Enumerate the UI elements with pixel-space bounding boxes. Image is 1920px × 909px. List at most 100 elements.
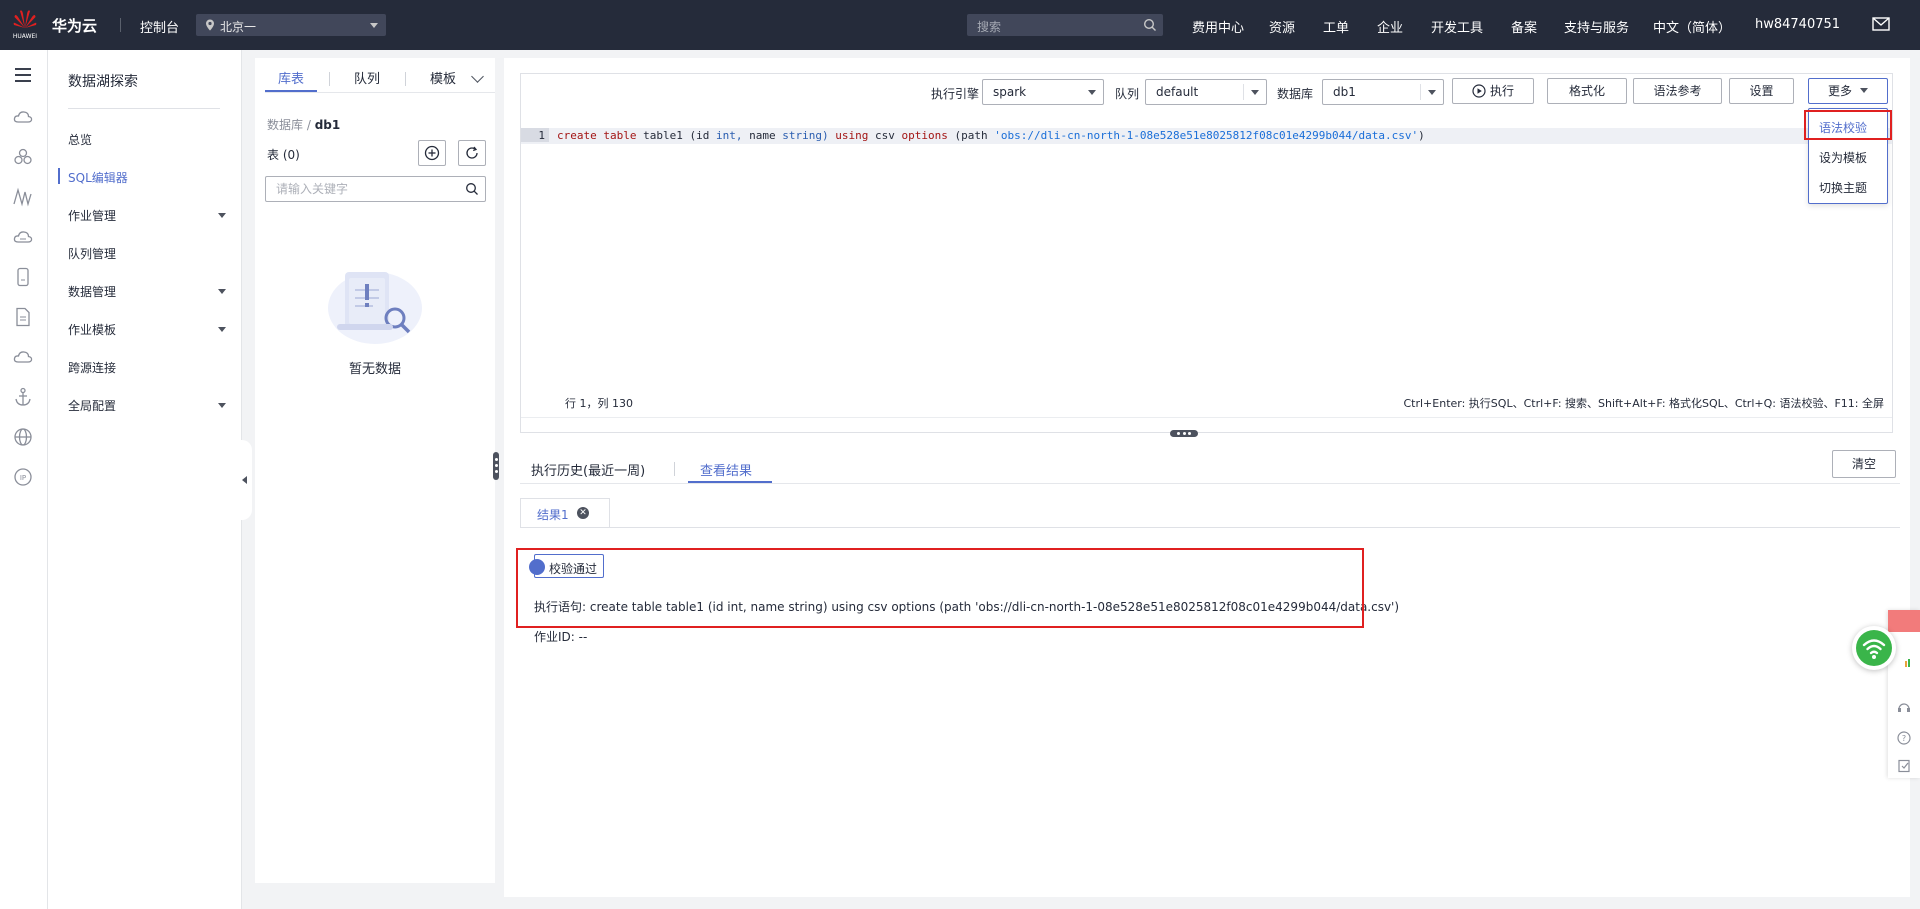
search-placeholder: 搜索 [977, 20, 1002, 34]
nav-item-data-management[interactable]: 数据管理 [68, 283, 228, 300]
sql-code-line[interactable]: create table table1 (id int, name string… [557, 129, 1425, 142]
service-title: 数据湖探索 [68, 74, 138, 90]
chevron-down-icon[interactable] [471, 70, 484, 83]
sql-token: (path [954, 129, 988, 142]
chevron-down-icon[interactable] [218, 327, 226, 332]
sql-token: table1 [643, 129, 683, 142]
network-assistant-button[interactable] [1852, 626, 1896, 670]
brand-name[interactable]: 华为云 [52, 15, 97, 36]
tab-baseline [520, 483, 1900, 484]
clear-button[interactable]: 清空 [1832, 450, 1896, 478]
tab-queues[interactable]: 队列 [354, 68, 380, 87]
anchor-icon[interactable] [12, 386, 34, 408]
tab-templates[interactable]: 模板 [430, 68, 456, 87]
table-search-field[interactable] [265, 176, 486, 202]
tab-databases[interactable]: 库表 [278, 68, 304, 87]
highlight-box [516, 548, 1364, 628]
nav-enterprise[interactable]: 企业 [1377, 17, 1403, 36]
empty-state-illustration [328, 272, 422, 344]
breadcrumb-separator: / [306, 118, 311, 132]
globe-icon[interactable] [12, 426, 34, 448]
sql-token: csv [874, 129, 895, 142]
sql-token: int, [716, 129, 743, 142]
region-selector[interactable]: 北京一 [196, 14, 386, 36]
help-icon[interactable]: ? [1896, 730, 1912, 746]
left-navigation: 数据湖探索 总览 SQL编辑器 作业管理 队列管理 数据管理 作业模板 跨源连接… [48, 50, 242, 909]
nav-tickets[interactable]: 工单 [1323, 17, 1349, 36]
search-icon[interactable] [1143, 18, 1157, 32]
breadcrumb-current-db: db1 [314, 118, 341, 132]
divider [674, 462, 675, 476]
cluster-icon[interactable] [12, 146, 34, 168]
nav-support[interactable]: 支持与服务 [1564, 17, 1629, 36]
cloud-cdn-icon[interactable] [12, 226, 34, 248]
chevron-down-icon[interactable] [218, 213, 226, 218]
sql-token: create [557, 129, 597, 142]
breadcrumb-database[interactable]: 数据库 [267, 118, 303, 132]
nav-item-sql-editor[interactable]: SQL编辑器 [68, 169, 228, 186]
highlight-box [1804, 110, 1892, 140]
sql-token: ) [1418, 129, 1425, 142]
editor-resize-handle[interactable] [1170, 430, 1198, 437]
refresh-button[interactable] [458, 140, 486, 166]
nav-item-datasource-connections[interactable]: 跨源连接 [68, 359, 228, 376]
table-count: 表 (0) [267, 148, 300, 162]
menu-item-save-as-template[interactable]: 设为模板 [1809, 149, 1887, 166]
console-link[interactable]: 控制台 [140, 17, 179, 36]
job-id: 作业ID: -- [534, 630, 588, 644]
tab-view-results[interactable]: 查看结果 [700, 460, 752, 479]
customer-service-icon[interactable] [1896, 700, 1912, 716]
nav-dev-tools[interactable]: 开发工具 [1431, 17, 1483, 36]
language-selector[interactable]: 中文（简体） [1653, 17, 1731, 36]
network-assistant-badge [1856, 630, 1892, 666]
mail-icon[interactable] [1872, 16, 1890, 32]
nav-filing[interactable]: 备案 [1511, 17, 1537, 36]
feedback-edit-icon[interactable] [1896, 758, 1912, 774]
nav-item-job-management[interactable]: 作业管理 [68, 207, 228, 224]
nav-item-overview[interactable]: 总览 [68, 131, 228, 148]
network-status-icon[interactable] [1896, 656, 1912, 672]
nav-item-job-templates[interactable]: 作业模板 [68, 321, 228, 338]
location-pin-icon [206, 19, 214, 31]
global-search-input[interactable]: 搜索 [967, 14, 1163, 36]
active-tab-underline [688, 481, 772, 483]
menu-item-switch-theme[interactable]: 切换主题 [1809, 179, 1887, 196]
editor-status-divider [521, 417, 1892, 418]
cloud-icon[interactable] [12, 106, 34, 128]
document-icon[interactable] [12, 306, 34, 328]
sql-token: table [603, 129, 637, 142]
sql-token: (id [689, 129, 710, 142]
sql-token: 'obs://dli-cn-north-1-08e528e51e8025812f… [994, 129, 1419, 142]
ip-icon[interactable]: IP [12, 466, 34, 488]
breadcrumb: 数据库 / db1 [267, 116, 340, 133]
sql-token: using [835, 129, 869, 142]
feedback-tab[interactable] [1888, 610, 1920, 632]
divider [68, 108, 220, 109]
svg-text:IP: IP [20, 474, 26, 482]
chevron-down-icon[interactable] [218, 289, 226, 294]
nav-item-global-config[interactable]: 全局配置 [68, 397, 228, 414]
menu-icon[interactable] [12, 64, 34, 86]
add-table-button[interactable] [418, 140, 446, 166]
nav-billing[interactable]: 费用中心 [1192, 17, 1244, 36]
sql-token: name [749, 129, 776, 142]
nav-item-queue-management[interactable]: 队列管理 [68, 245, 228, 262]
search-icon[interactable] [465, 182, 479, 196]
graph-icon[interactable] [12, 186, 34, 208]
tab-execution-history[interactable]: 执行历史(最近一周) [531, 460, 645, 479]
chevron-down-icon[interactable] [218, 403, 226, 408]
panel-resize-handle[interactable] [493, 452, 499, 480]
huawei-logo[interactable]: HUAWEI [10, 6, 40, 44]
cloud-icon[interactable] [12, 346, 34, 368]
nav-resources[interactable]: 资源 [1269, 17, 1295, 36]
chevron-left-icon [242, 476, 247, 484]
huawei-logo-icon [13, 10, 37, 28]
close-icon[interactable]: ✕ [577, 507, 589, 519]
add-circle-icon [424, 145, 440, 161]
sql-code-editor[interactable]: 1 create table table1 (id int, name stri… [521, 74, 1892, 432]
device-icon[interactable] [12, 266, 34, 288]
user-account[interactable]: hw84740751 [1755, 17, 1840, 32]
collapse-sidebar-handle[interactable] [238, 440, 252, 520]
result-tab-1[interactable]: 结果1 ✕ [520, 498, 610, 528]
table-search-input[interactable] [266, 177, 456, 201]
